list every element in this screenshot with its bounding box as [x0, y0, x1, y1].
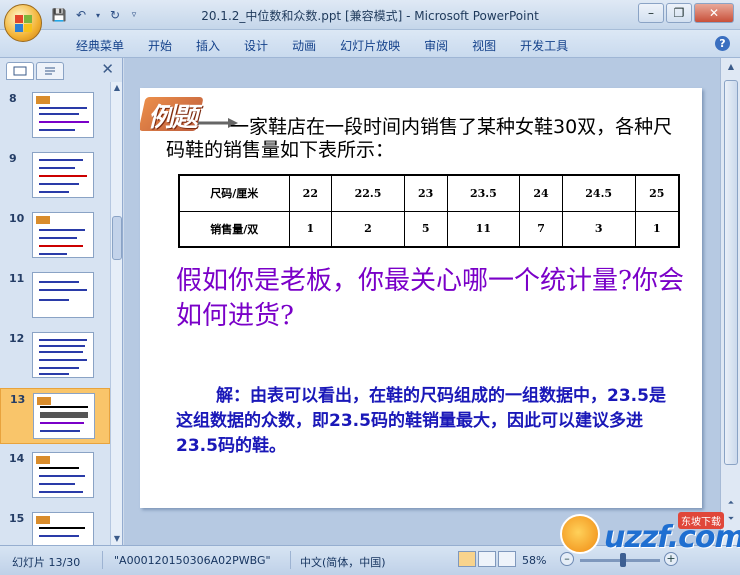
thumbnail-image: [32, 152, 94, 198]
pane-tabs: [6, 62, 64, 80]
thumbnail-number: 11: [9, 272, 25, 285]
title-bar: 💾 ↶ ▾ ↻ ▿ 20.1.2_中位数和众数.ppt [兼容模式] - Mic…: [0, 0, 740, 30]
watermark-logo-icon: [560, 514, 600, 554]
tab-insert[interactable]: 插入: [184, 37, 232, 54]
table-cell: 24.5: [561, 174, 636, 212]
question-text: 假如你是老板，你最关心哪一个统计量?你会如何进货?: [176, 266, 684, 331]
table-cell: 24: [519, 174, 563, 212]
thumbnail-list: 8 9 10 11 12 13 14 15: [0, 82, 110, 545]
minimize-button[interactable]: –: [638, 3, 664, 23]
table-cell: 1: [288, 210, 333, 248]
language-indicator[interactable]: 中文(简体，中国): [300, 554, 386, 570]
thumbnail-image: [32, 92, 94, 138]
watermark-tag: 东坡下载: [678, 512, 724, 529]
ribbon: 经典菜单 开始 插入 设计 动画 幻灯片放映 审阅 视图 开发工具 ?: [0, 30, 740, 58]
thumbnail-image: [32, 332, 94, 378]
table-row-header: 销售量/双: [178, 210, 290, 248]
office-button[interactable]: [4, 4, 42, 42]
table-row: 销售量/双 1 2 5 11 7 3 1: [178, 210, 680, 248]
shoe-size-table: 尺码/厘米 22 22.5 23 23.5 24 24.5 25 销售量/双 1…: [178, 174, 680, 248]
intro-paragraph: 一家鞋店在一段时间内销售了某种女鞋30双，各种尺码鞋的销售量如下表所示：: [166, 116, 673, 161]
thumbnail-item-selected[interactable]: 13: [0, 388, 110, 444]
office-logo-icon: [15, 15, 33, 33]
thumbnail-item[interactable]: 9: [0, 148, 110, 204]
window-controls: – ❐ ✕: [638, 3, 734, 23]
help-icon[interactable]: ?: [715, 36, 730, 51]
table-cell: 2: [331, 210, 405, 248]
scroll-up-icon[interactable]: ▲: [112, 83, 122, 93]
close-button[interactable]: ✕: [694, 3, 734, 23]
main-scrollbar[interactable]: ▲ ⏶ ⏷ ▼: [720, 58, 740, 545]
thumbnail-number: 10: [9, 212, 25, 225]
table-cell: 7: [519, 210, 563, 248]
window-title: 20.1.2_中位数和众数.ppt [兼容模式] - Microsoft Pow…: [201, 9, 539, 23]
tab-slideshow[interactable]: 幻灯片放映: [328, 37, 412, 54]
table-cell: 3: [561, 210, 636, 248]
answer-paragraph: 解：由表可以看出，在鞋的尺码组成的一组数据中，23.5是这组数据的众数，即23.…: [176, 386, 666, 456]
scroll-thumb[interactable]: [112, 216, 122, 260]
thumbnail-number: 12: [9, 332, 25, 345]
thumbnail-image: [32, 512, 94, 545]
thumbnail-image: [33, 393, 95, 439]
normal-view-icon[interactable]: [458, 551, 476, 567]
thumbnail-number: 13: [10, 393, 26, 406]
tab-classic-menu[interactable]: 经典菜单: [64, 37, 136, 54]
thumbnail-image: [32, 452, 94, 498]
table-cell: 25: [634, 174, 680, 212]
table-row: 尺码/厘米 22 22.5 23 23.5 24 24.5 25: [178, 174, 680, 212]
prev-slide-icon[interactable]: ⏶: [726, 498, 736, 508]
slide-canvas[interactable]: 例题 一家鞋店在一段时间内销售了某种女鞋30双，各种尺码鞋的销售量如下表所示： …: [140, 88, 702, 508]
tab-design[interactable]: 设计: [232, 37, 280, 54]
table-cell: 5: [403, 210, 448, 248]
outline-tab-icon[interactable]: [36, 62, 64, 80]
tab-developer[interactable]: 开发工具: [508, 37, 580, 54]
theme-name: "A000120150306A02PWBG": [114, 554, 271, 567]
thumbnail-item[interactable]: 11: [0, 268, 110, 324]
thumbnail-number: 8: [9, 92, 17, 105]
table-cell: 1: [634, 210, 680, 248]
site-watermark: uzzf.com 东坡下载: [560, 512, 740, 560]
table-cell: 23: [403, 174, 448, 212]
thumbnail-scrollbar[interactable]: ▲ ▼: [110, 82, 122, 545]
restore-button[interactable]: ❐: [666, 3, 692, 23]
ribbon-tabs: 经典菜单 开始 插入 设计 动画 幻灯片放映 审阅 视图 开发工具: [64, 37, 580, 54]
table-cell: 11: [446, 210, 521, 248]
scroll-up-icon[interactable]: ▲: [726, 62, 736, 72]
thumbnail-item[interactable]: 12: [0, 328, 110, 384]
table-row-header: 尺码/厘米: [178, 174, 290, 212]
intro-text: 一家鞋店在一段时间内销售了某种女鞋30双，各种尺码鞋的销售量如下表所示：: [166, 116, 686, 162]
scroll-thumb[interactable]: [724, 80, 738, 465]
tab-view[interactable]: 视图: [460, 37, 508, 54]
thumbnail-item[interactable]: 8: [0, 88, 110, 144]
thumbnail-item[interactable]: 15: [0, 508, 110, 545]
thumbnail-number: 14: [9, 452, 25, 465]
tab-review[interactable]: 审阅: [412, 37, 460, 54]
zoom-level[interactable]: 58%: [522, 554, 546, 567]
slide-sorter-view-icon[interactable]: [478, 551, 496, 567]
pane-close-icon[interactable]: ✕: [101, 60, 114, 78]
thumbnail-image: [32, 272, 94, 318]
table-cell: 23.5: [446, 174, 521, 212]
table-cell: 22.5: [331, 174, 405, 212]
thumbnail-image: [32, 212, 94, 258]
slides-pane: ✕ 8 9 10 11 12 13 14 15 ▲ ▼: [0, 58, 123, 545]
slides-tab-icon[interactable]: [6, 62, 34, 80]
thumbnail-item[interactable]: 10: [0, 208, 110, 264]
slide-count: 幻灯片 13/30: [12, 556, 81, 569]
thumbnail-item[interactable]: 14: [0, 448, 110, 504]
answer-text: 解：由表可以看出，在鞋的尺码组成的一组数据中，23.5是这组数据的众数，即23.…: [176, 384, 676, 459]
tab-animation[interactable]: 动画: [280, 37, 328, 54]
thumbnail-number: 9: [9, 152, 17, 165]
slideshow-view-icon[interactable]: [498, 551, 516, 567]
scroll-down-icon[interactable]: ▼: [112, 534, 122, 544]
tab-home[interactable]: 开始: [136, 37, 184, 54]
table-cell: 22: [288, 174, 333, 212]
thumbnail-number: 15: [9, 512, 25, 525]
